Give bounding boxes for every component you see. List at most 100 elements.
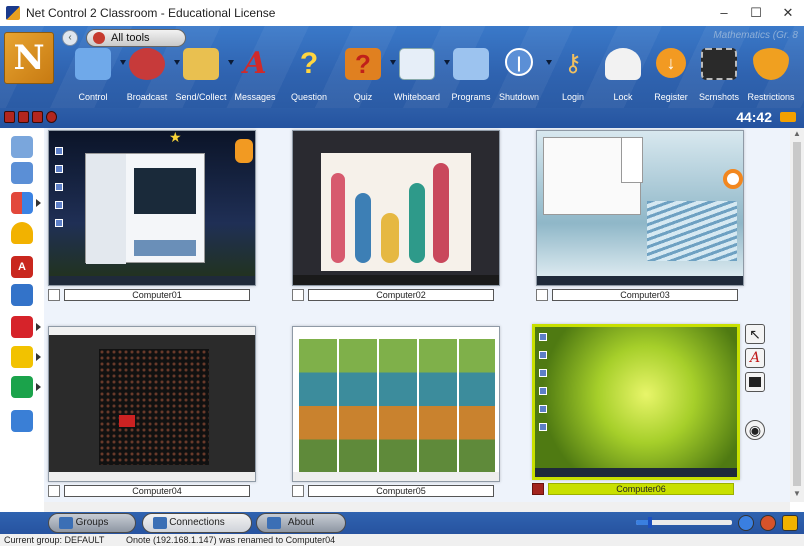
- blank-screen-icon[interactable]: [745, 372, 765, 392]
- settings-window: [85, 153, 205, 264]
- red-shape: [119, 415, 135, 427]
- lifebuoy-icon[interactable]: [723, 169, 743, 189]
- zoom-slider[interactable]: [636, 517, 732, 528]
- zoom-handle[interactable]: [648, 517, 653, 528]
- select-checkbox[interactable]: [536, 289, 548, 301]
- computer-screen[interactable]: [48, 326, 256, 482]
- select-all-icon[interactable]: [4, 111, 15, 123]
- select-checkbox[interactable]: [48, 485, 60, 497]
- preview-image: [134, 168, 196, 214]
- timer-icon[interactable]: [780, 112, 796, 122]
- chevron-right-icon[interactable]: [36, 383, 41, 391]
- scroll-thumb[interactable]: [793, 142, 801, 486]
- app-logo[interactable]: N: [4, 32, 54, 84]
- tab-label: Connections: [169, 517, 225, 528]
- invert-selection-icon[interactable]: [32, 111, 43, 123]
- desktop-icon: [539, 423, 547, 431]
- select-none-icon[interactable]: [18, 111, 29, 123]
- select-checkbox[interactable]: [48, 289, 60, 301]
- computer-screen[interactable]: ★: [48, 130, 256, 286]
- chevron-right-icon[interactable]: [36, 199, 41, 207]
- red-flag-icon[interactable]: [11, 316, 41, 338]
- pointer-icon[interactable]: ↖: [745, 324, 765, 344]
- tool-control[interactable]: Control: [66, 48, 126, 110]
- tab-groups[interactable]: Groups: [48, 513, 136, 533]
- chevron-right-icon[interactable]: [36, 323, 41, 331]
- scroll-up-icon[interactable]: ▲: [793, 130, 801, 138]
- scroll-down-icon[interactable]: ▼: [793, 490, 801, 498]
- connections-icon: [153, 517, 167, 529]
- whiteboard-icon: [399, 48, 435, 80]
- maximize-button[interactable]: ☐: [740, 0, 772, 26]
- bottom-navigation: Groups Connections About: [0, 512, 804, 534]
- register-icon: ↓: [656, 48, 686, 78]
- cactus: [331, 173, 345, 263]
- settings-icon[interactable]: [760, 515, 776, 531]
- tab-label: About: [287, 517, 315, 528]
- computer-screen[interactable]: [292, 130, 500, 286]
- select-checkbox[interactable]: [292, 485, 304, 497]
- tool-messages[interactable]: A Messages: [228, 48, 282, 110]
- selection-toolbar: 44:42: [0, 108, 804, 128]
- current-group-text: Current group: DEFAULT: [4, 535, 105, 545]
- cactus: [409, 183, 425, 263]
- audio-icon[interactable]: ◉: [745, 420, 765, 440]
- chevron-right-icon[interactable]: [36, 353, 41, 361]
- select-checkbox[interactable]: [532, 483, 544, 495]
- tool-broadcast[interactable]: Broadcast: [120, 48, 180, 110]
- monitor-icon: [75, 48, 111, 80]
- about-icon: [267, 517, 281, 529]
- tool-send-collect[interactable]: Send/Collect: [174, 48, 234, 110]
- text-annotate-icon[interactable]: A: [745, 348, 765, 368]
- back-button[interactable]: ‹: [62, 30, 78, 46]
- programs-icon: [453, 48, 489, 80]
- computer-name[interactable]: Computer03: [552, 289, 738, 301]
- tab-about[interactable]: About: [256, 513, 346, 533]
- green-flag-icon[interactable]: [11, 376, 41, 398]
- desktop-icon: [55, 219, 63, 227]
- tab-connections[interactable]: Connections: [142, 513, 252, 533]
- computer-screen[interactable]: [532, 324, 740, 480]
- computer-screen[interactable]: [536, 130, 744, 286]
- desktop-icon: [55, 201, 63, 209]
- tool-shutdown[interactable]: | Shutdown: [492, 48, 552, 110]
- computer-name[interactable]: Computer01: [64, 289, 250, 301]
- computer-name[interactable]: Computer02: [308, 289, 494, 301]
- layout-icon[interactable]: [11, 192, 41, 214]
- taskbar: [49, 276, 255, 285]
- tool-whiteboard[interactable]: Whiteboard: [390, 48, 450, 110]
- taskbar: [535, 468, 737, 477]
- tool-quiz[interactable]: ? Quiz: [336, 48, 396, 110]
- tab-label: Groups: [75, 517, 109, 528]
- computer-name[interactable]: Computer04: [64, 485, 250, 497]
- dialog-window: [621, 137, 643, 183]
- padlock-icon[interactable]: [11, 222, 33, 244]
- users-icon[interactable]: [11, 410, 33, 432]
- status-bar: Current group: DEFAULT Onote (192.168.1.…: [0, 534, 804, 546]
- tool-question[interactable]: ? Question: [282, 48, 336, 110]
- ribbon-toolbar: N ‹ All tools Mathematics (Gr. 8 Control…: [0, 26, 804, 113]
- select-checkbox[interactable]: [292, 289, 304, 301]
- vertical-scrollbar[interactable]: ▲ ▼: [790, 128, 804, 502]
- horizontal-scrollbar[interactable]: [44, 502, 790, 512]
- computer-screen[interactable]: [292, 326, 500, 482]
- zoom-fit-icon[interactable]: [738, 515, 754, 531]
- help-icon[interactable]: [782, 515, 798, 531]
- tool-restrictions[interactable]: Restrictions: [744, 48, 798, 110]
- close-button[interactable]: ✕: [772, 0, 804, 26]
- yellow-flag-icon[interactable]: [11, 346, 41, 368]
- computer-name[interactable]: Computer05: [308, 485, 494, 497]
- refresh-icon[interactable]: [11, 136, 33, 158]
- shuffle-icon[interactable]: [11, 284, 33, 306]
- tool-label: Restrictions: [747, 92, 795, 102]
- window-title: Net Control 2 Classroom - Educational Li…: [26, 6, 276, 20]
- minimize-button[interactable]: –: [708, 0, 740, 26]
- stop-icon[interactable]: [46, 111, 57, 123]
- all-tools-label: All tools: [111, 32, 150, 44]
- computer-name[interactable]: Computer06: [548, 483, 734, 495]
- all-tools-button[interactable]: All tools: [86, 29, 186, 47]
- text-tool-icon[interactable]: A: [11, 256, 33, 278]
- taskbar: [49, 472, 255, 481]
- raised-hand-icon[interactable]: [235, 139, 253, 163]
- remote-view-icon[interactable]: [11, 162, 33, 184]
